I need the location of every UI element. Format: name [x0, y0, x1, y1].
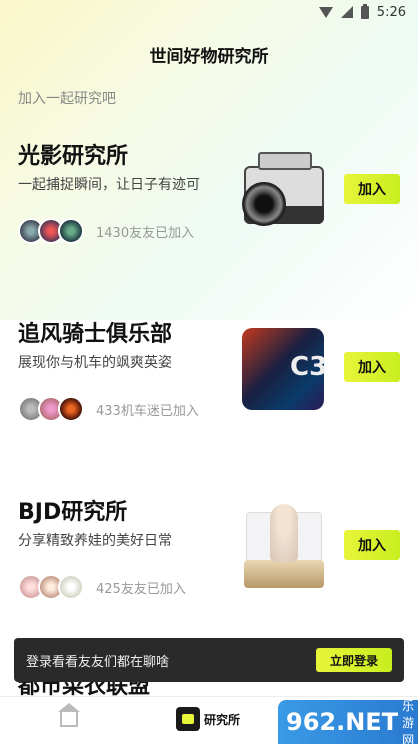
home-icon[interactable]: [58, 703, 80, 727]
avatar: [58, 574, 84, 600]
avatar: [58, 396, 84, 422]
member-avatars: [18, 396, 84, 422]
battery-icon: [360, 3, 369, 19]
club-card[interactable]: 追风骑士俱乐部 展现你与机车的飒爽英姿 433机车迷已加入 C3 加入: [0, 316, 418, 446]
cube-label: C3: [290, 352, 328, 382]
club-card[interactable]: 光影研究所 一起捕捉瞬间，让日子有迹可 1430友友已加入 加入: [0, 138, 418, 268]
join-button[interactable]: 加入: [344, 530, 400, 560]
watermark-text: 962.NET: [286, 708, 399, 736]
club-name: 光影研究所: [18, 144, 129, 169]
club-description: 展现你与机车的飒爽英姿: [18, 355, 172, 371]
joined-count: 425友友已加入: [96, 582, 186, 597]
join-button[interactable]: 加入: [344, 174, 400, 204]
tab-lab[interactable]: 研究所: [176, 707, 240, 731]
club-card[interactable]: BJD研究所 分享精致养娃的美好日常 425友友已加入 加入: [0, 494, 418, 624]
avatar: [58, 218, 84, 244]
status-time: 5:26: [376, 4, 406, 20]
club-name: 追风骑士俱乐部: [18, 322, 173, 347]
lab-icon: [176, 707, 200, 731]
watermark-subtext: 乐游网: [402, 698, 415, 744]
status-bar: 5:26: [0, 0, 418, 24]
join-button[interactable]: 加入: [344, 352, 400, 382]
login-prompt-toast: 登录看看友友们都在聊啥 立即登录: [14, 638, 404, 682]
tab-lab-label: 研究所: [204, 712, 241, 727]
club-description: 分享精致养娃的美好日常: [18, 533, 172, 549]
club-name: BJD研究所: [18, 500, 128, 525]
club-description: 一起捕捉瞬间，让日子有迹可: [18, 177, 200, 193]
login-button[interactable]: 立即登录: [316, 648, 392, 672]
doll-box-icon: [238, 502, 330, 594]
member-avatars: [18, 218, 84, 244]
joined-count: 1430友友已加入: [96, 226, 195, 241]
watermark-logo: 962.NET 乐游网: [278, 698, 418, 744]
member-avatars: [18, 574, 84, 600]
joined-count: 433机车迷已加入: [96, 404, 199, 419]
page-subtitle: 加入一起研究吧: [18, 91, 116, 107]
signal-icon: [340, 6, 353, 18]
cube-icon: C3: [238, 324, 330, 416]
wifi-icon: [318, 6, 333, 18]
camera-icon: [238, 146, 330, 238]
login-prompt-text: 登录看看友友们都在聊啥: [26, 654, 170, 670]
page-title: 世间好物研究所: [149, 47, 269, 67]
